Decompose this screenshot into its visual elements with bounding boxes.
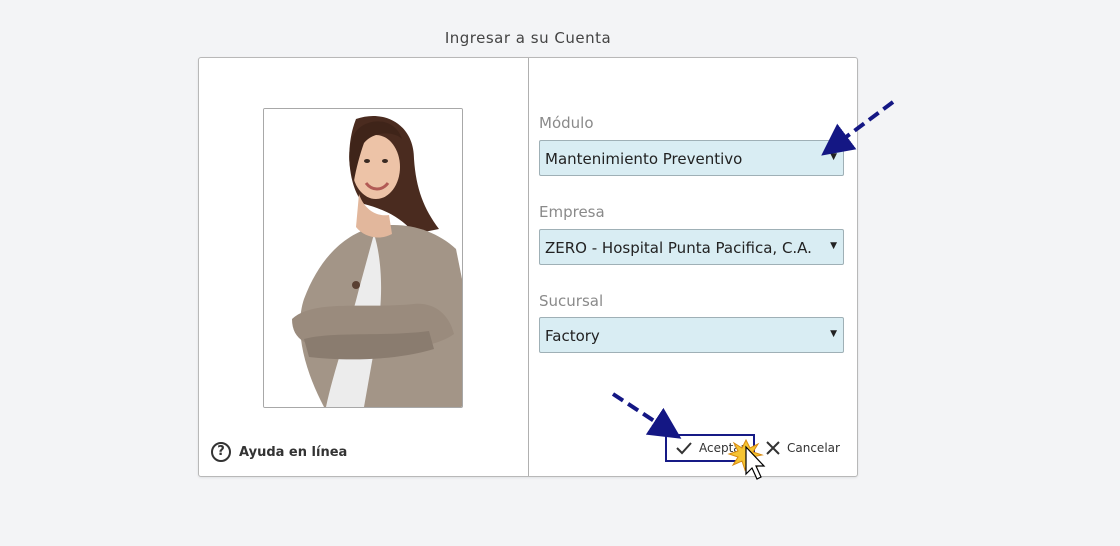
empresa-select-value: ZERO - Hospital Punta Pacifica, C.A. bbox=[545, 239, 812, 257]
checkmark-icon bbox=[676, 442, 692, 455]
sucursal-select-value: Factory bbox=[545, 327, 600, 345]
dialog-title: Ingresar a su Cuenta bbox=[444, 29, 612, 47]
accept-label: Aceptar bbox=[699, 441, 746, 455]
help-label: Ayuda en línea bbox=[239, 444, 348, 460]
modulo-select-value: Mantenimiento Preventivo bbox=[545, 150, 743, 168]
modulo-label: Módulo bbox=[539, 114, 594, 132]
panel-divider bbox=[528, 58, 529, 476]
user-photo bbox=[263, 108, 463, 408]
cancel-button[interactable]: Cancelar bbox=[765, 440, 840, 456]
question-circle-icon: ? bbox=[211, 442, 231, 462]
chevron-down-icon: ▼ bbox=[830, 329, 837, 339]
sucursal-select[interactable]: Factory ▼ bbox=[539, 317, 844, 353]
modulo-select[interactable]: Mantenimiento Preventivo ▼ bbox=[539, 140, 844, 176]
help-link[interactable]: ? Ayuda en línea bbox=[211, 442, 347, 462]
empresa-select[interactable]: ZERO - Hospital Punta Pacifica, C.A. ▼ bbox=[539, 229, 844, 265]
sucursal-label: Sucursal bbox=[539, 292, 604, 310]
login-panel: ? Ayuda en línea Módulo Mantenimiento Pr… bbox=[198, 57, 858, 477]
empresa-label: Empresa bbox=[539, 203, 605, 221]
accept-button[interactable]: Aceptar bbox=[665, 434, 755, 462]
user-photo-illustration bbox=[264, 109, 462, 407]
close-icon bbox=[766, 441, 780, 455]
cancel-label: Cancelar bbox=[787, 441, 840, 455]
chevron-down-icon: ▼ bbox=[830, 152, 837, 162]
chevron-down-icon: ▼ bbox=[830, 241, 837, 251]
